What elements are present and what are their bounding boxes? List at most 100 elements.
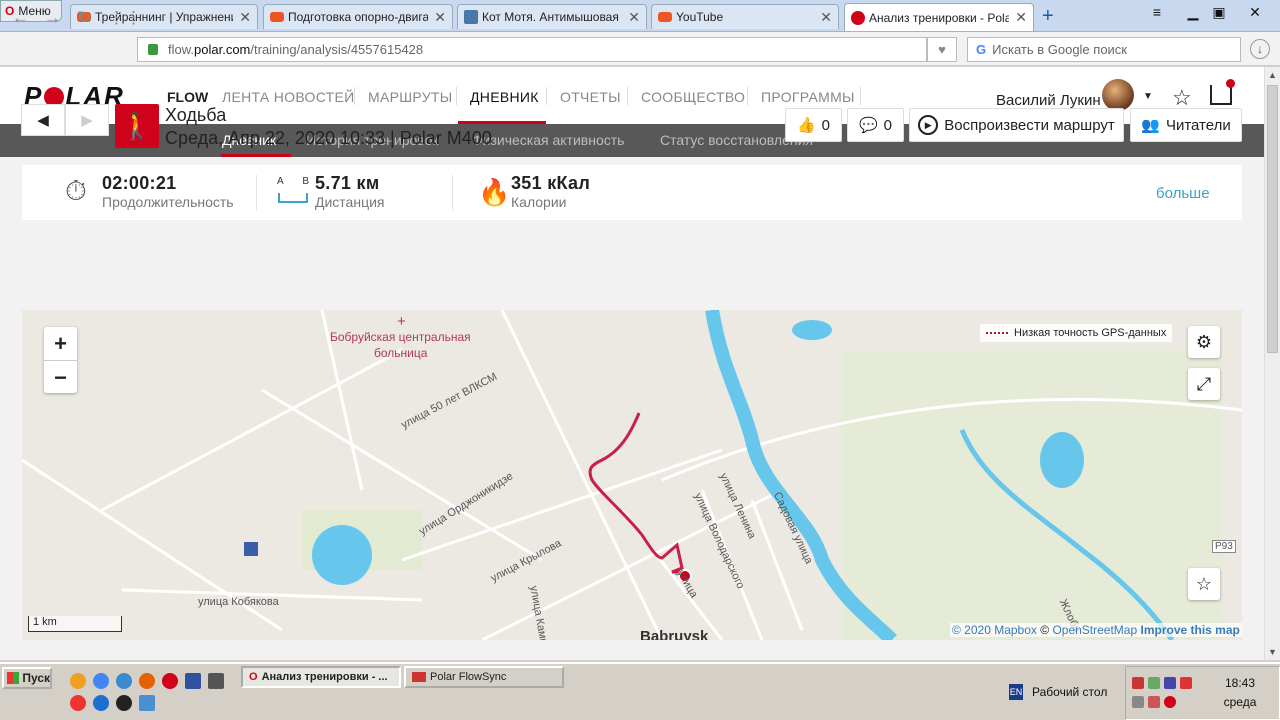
browser-tab[interactable]: Трейраннинг | Упражнения ✕ [70, 4, 258, 29]
scroll-down-icon[interactable]: ▼ [1268, 647, 1277, 657]
firefox-icon[interactable] [139, 673, 155, 689]
comment-button[interactable]: 💬 0 [847, 108, 904, 142]
sport-name: Ходьба [165, 105, 227, 125]
nav-divider [546, 87, 547, 105]
replay-route-button[interactable]: ▶ Воспроизвести маршрут [909, 108, 1124, 142]
mapbox-link[interactable]: © 2020 Mapbox [952, 623, 1037, 637]
user-name[interactable]: Василий Лукин [996, 92, 1101, 109]
zoom-out-button[interactable]: − [44, 361, 77, 394]
app-icon[interactable] [139, 695, 155, 711]
speed-dial-icon[interactable]: ⋮⋮ [108, 8, 142, 28]
subnav-active-indicator [221, 154, 291, 157]
shield-icon[interactable] [1180, 677, 1192, 689]
flow-label: FLOW [167, 89, 209, 105]
save-icon[interactable] [185, 673, 201, 689]
download-icon[interactable]: ↓ [1250, 39, 1270, 59]
window-close-icon[interactable]: ✕ [1244, 2, 1266, 22]
browser-tab[interactable]: Подготовка опорно-двигат ✕ [263, 4, 453, 29]
avatar[interactable] [1102, 79, 1134, 111]
language-indicator[interactable]: EN [1009, 684, 1023, 700]
tray-icon[interactable] [1164, 677, 1176, 689]
browser-tab-active[interactable]: Анализ тренировки - Polar F ✕ [844, 3, 1034, 31]
new-tab-icon[interactable]: + [1042, 5, 1054, 28]
tray-icon[interactable] [1132, 696, 1144, 708]
close-icon[interactable]: ✕ [820, 9, 832, 26]
ruler-icon [278, 193, 308, 203]
nav-news-feed[interactable]: ЛЕНТА НОВОСТЕЙ [222, 89, 355, 105]
minimize-icon[interactable]: ▁ [1182, 2, 1204, 22]
close-icon[interactable]: ✕ [239, 9, 251, 26]
nav-diary[interactable]: ДНЕВНИК [470, 89, 539, 105]
desktop-toolbar[interactable]: Рабочий стол [1032, 685, 1107, 699]
browser-tab[interactable]: YouTube ✕ [651, 4, 839, 29]
map-settings-button[interactable]: ⚙ [1188, 326, 1220, 358]
next-training-button[interactable]: ▶ [65, 104, 109, 136]
polar-tray-icon[interactable] [1164, 696, 1176, 708]
osm-link[interactable]: OpenStreetMap [1052, 623, 1137, 637]
back-icon[interactable]: ← [12, 8, 29, 28]
ie-icon[interactable] [93, 695, 109, 711]
close-icon[interactable]: ✕ [628, 9, 640, 26]
media-icon[interactable] [116, 695, 132, 711]
clock-day: среда [1223, 695, 1257, 709]
fullscreen-button[interactable]: ⤢ [1188, 368, 1220, 400]
followers-button[interactable]: 👥 Читатели [1130, 108, 1242, 142]
nav-divider [456, 87, 457, 105]
google-search-input[interactable]: G Искать в Google поиск [967, 37, 1241, 62]
tray-icon[interactable] [1148, 696, 1160, 708]
divider [452, 175, 453, 211]
tab-title: YouTube [676, 10, 724, 24]
opera-icon[interactable] [162, 673, 178, 689]
nav-routes[interactable]: МАРШРУТЫ [368, 89, 452, 105]
tab-menu-icon[interactable]: ≡ [1146, 2, 1168, 22]
favorite-route-button[interactable]: ☆ [1188, 568, 1220, 600]
taskbar-item-flowsync[interactable]: Polar FlowSync [404, 666, 564, 688]
distance-icon: AB [277, 176, 309, 187]
bookmark-heart-icon[interactable]: ♥ [927, 37, 957, 62]
yandex-icon[interactable] [70, 695, 86, 711]
taskbar-item-opera[interactable]: O Анализ тренировки - ... [241, 666, 401, 688]
notifications-icon[interactable] [1210, 79, 1235, 105]
like-button[interactable]: 👍 0 [785, 108, 842, 142]
reload-icon[interactable]: ↻ [77, 8, 91, 28]
subnav-activity[interactable]: Физическая активность [472, 132, 624, 148]
scroll-thumb[interactable] [1267, 85, 1278, 353]
improve-map-link[interactable]: Improve this map [1141, 623, 1240, 637]
browser-tab[interactable]: Кот Мотя. Антимышовая ко ✕ [457, 4, 647, 29]
calories-value: 351 кКал [511, 173, 591, 193]
calculator-icon[interactable] [208, 673, 224, 689]
close-icon[interactable]: ✕ [434, 9, 446, 26]
clock-time[interactable]: 18:43 [1220, 676, 1260, 690]
nav-programs[interactable]: ПРОГРАММЫ [761, 89, 855, 105]
url-path: /training/analysis/4557615428 [250, 42, 424, 57]
close-icon[interactable]: ✕ [1015, 9, 1027, 26]
arrow-right-icon: ▶ [81, 112, 93, 129]
url-host: flow. [168, 42, 195, 57]
tray-icon[interactable] [1148, 677, 1160, 689]
nav-community[interactable]: СООБЩЕСТВО [641, 89, 745, 105]
chrome-icon[interactable] [93, 673, 109, 689]
app-icon[interactable] [70, 673, 86, 689]
lock-icon [148, 44, 158, 55]
chevron-down-icon[interactable]: ▼ [1143, 91, 1153, 102]
tray-icon[interactable] [1132, 677, 1144, 689]
tab-title: Анализ тренировки - Polar F [869, 10, 1009, 25]
start-button[interactable]: Пуск [2, 667, 52, 689]
more-link[interactable]: больше [1156, 185, 1210, 202]
page-scrollbar[interactable]: ▲ ▼ [1264, 67, 1280, 660]
previous-training-button[interactable]: ◀ [21, 104, 65, 136]
stopwatch-icon: ⏱ [65, 175, 87, 206]
app-icon[interactable] [116, 673, 132, 689]
training-summary: ⏱ 02:00:21 Продолжительность AB 5.71 км … [22, 165, 1242, 220]
route-map[interactable]: + Бобруйская центральная больница улица … [22, 310, 1242, 640]
calories-label: Калории [511, 194, 567, 210]
system-tray [1125, 666, 1280, 720]
scroll-up-icon[interactable]: ▲ [1268, 70, 1277, 80]
nav-divider [747, 87, 748, 105]
maximize-icon[interactable]: ▣ [1208, 2, 1230, 22]
hospital-icon: + [397, 313, 406, 330]
zoom-in-button[interactable]: + [44, 327, 77, 360]
forward-icon[interactable]: → [44, 8, 61, 28]
address-bar[interactable]: flow. polar.com/training/analysis/4557615… [137, 37, 927, 62]
nav-reports[interactable]: ОТЧЕТЫ [560, 89, 621, 105]
